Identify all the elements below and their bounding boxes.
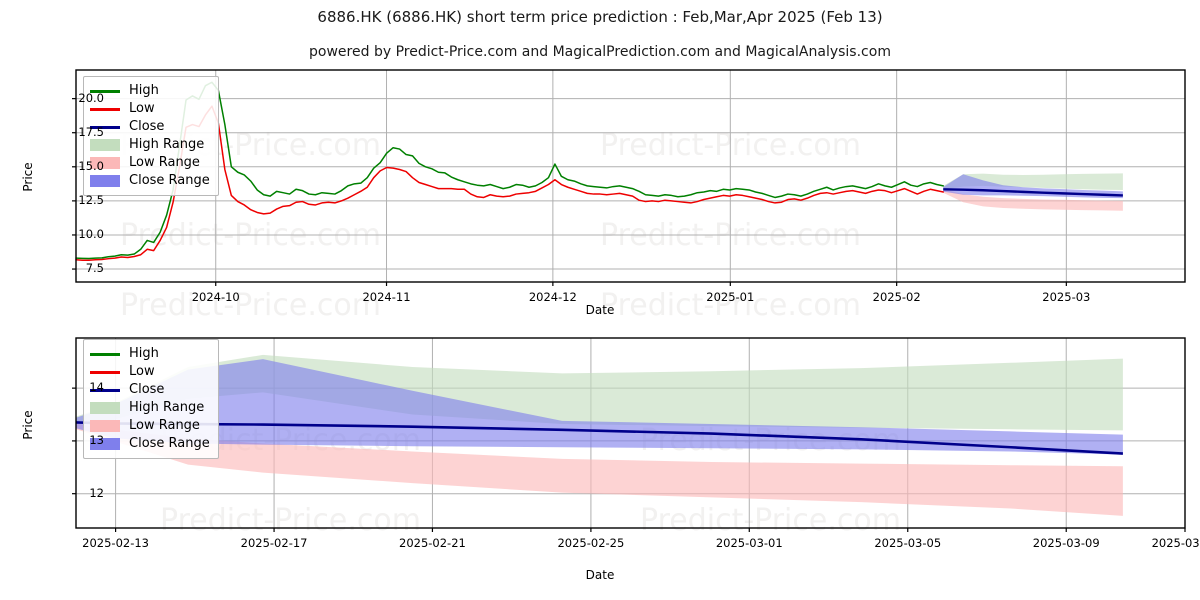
detail-legend-swatch-high-range-icon <box>90 402 120 414</box>
chart-page: 6886.HK (6886.HK) short term price predi… <box>0 0 1200 600</box>
overview-legend-label: Close Range <box>129 173 210 188</box>
overview-x-axis-label: Date <box>585 303 615 317</box>
overview-y-tick-2: 12.5 <box>78 192 104 207</box>
overview-legend-label: Close <box>129 119 165 134</box>
overview-y-tick-0: 7.5 <box>85 261 104 276</box>
detail-legend-label: Low <box>129 364 155 379</box>
page-title: 6886.HK (6886.HK) short term price predi… <box>317 8 883 26</box>
detail-legend-label: Close Range <box>129 436 210 451</box>
overview-legend-item-high-range[interactable]: High Range <box>90 136 210 154</box>
overview-x-tick-3: 2025-01 <box>706 290 755 304</box>
detail-legend-label: Close <box>129 382 165 397</box>
overview-legend-item-low-range[interactable]: Low Range <box>90 154 210 172</box>
overview-legend-label: High <box>129 83 159 98</box>
overview-legend-item-high[interactable]: High <box>90 82 210 100</box>
detail-x-tick-1: 2025-02-17 <box>240 536 308 550</box>
overview-legend-label: Low Range <box>129 155 200 170</box>
detail-legend-swatch-low-range-icon <box>90 420 120 432</box>
overview-legend-item-close-range[interactable]: Close Range <box>90 172 210 190</box>
overview-x-tick-0: 2024-10 <box>191 290 240 304</box>
overview-legend-swatch-low-icon <box>90 107 120 111</box>
overview-x-tick-1: 2024-11 <box>362 290 411 304</box>
detail-legend-label: Low Range <box>129 418 200 433</box>
detail-x-tick-6: 2025-03-09 <box>1032 536 1100 550</box>
overview-legend-swatch-close-range-icon <box>90 175 120 187</box>
detail-x-tick-7: 2025-03-13 <box>1151 536 1200 550</box>
detail-x-tick-5: 2025-03-05 <box>874 536 942 550</box>
overview-y-tick-4: 17.5 <box>78 124 104 139</box>
overview-x-tick-2: 2024-12 <box>528 290 577 304</box>
watermark-text: Predict-Price.com <box>640 503 901 538</box>
overview-legend-swatch-high-range-icon <box>90 139 120 151</box>
overview-y-tick-3: 15.0 <box>78 158 104 173</box>
watermark-text: Predict-Price.com <box>120 218 381 253</box>
overview-y-tick-1: 10.0 <box>78 226 104 241</box>
watermark-text: Predict-Price.com <box>160 503 421 538</box>
overview-y-tick-5: 20.0 <box>78 90 104 105</box>
detail-legend-item-close-range[interactable]: Close Range <box>90 435 210 453</box>
detail-x-tick-2: 2025-02-21 <box>399 536 466 550</box>
overview-legend-label: High Range <box>129 137 205 152</box>
detail-legend-item-low-range[interactable]: Low Range <box>90 417 210 435</box>
detail-y-tick-1: 13 <box>89 432 104 447</box>
detail-legend-label: High <box>129 346 159 361</box>
page-subtitle: powered by Predict-Price.com and Magical… <box>309 44 891 60</box>
overview-legend-label: Low <box>129 101 155 116</box>
detail-legend-item-low[interactable]: Low <box>90 363 210 381</box>
detail-legend-swatch-high-icon <box>90 352 120 356</box>
detail-x-tick-3: 2025-02-25 <box>557 536 625 550</box>
detail-legend-item-high-range[interactable]: High Range <box>90 399 210 417</box>
detail-x-tick-4: 2025-03-01 <box>715 536 783 550</box>
detail-x-tick-0: 2025-02-13 <box>82 536 149 550</box>
overview-legend-item-low[interactable]: Low <box>90 100 210 118</box>
detail-y-tick-2: 14 <box>89 380 104 395</box>
detail-legend-item-high[interactable]: High <box>90 345 210 363</box>
detail-y-tick-0: 12 <box>89 485 104 500</box>
overview-x-tick-5: 2025-03 <box>1042 290 1091 304</box>
detail-x-axis-label: Date <box>585 568 615 582</box>
detail-legend-label: High Range <box>129 400 205 415</box>
overview-x-tick-4: 2025-02 <box>872 290 921 304</box>
detail-legend-swatch-low-icon <box>90 370 120 374</box>
detail-legend-item-close[interactable]: Close <box>90 381 210 399</box>
overview-legend-item-close[interactable]: Close <box>90 118 210 136</box>
